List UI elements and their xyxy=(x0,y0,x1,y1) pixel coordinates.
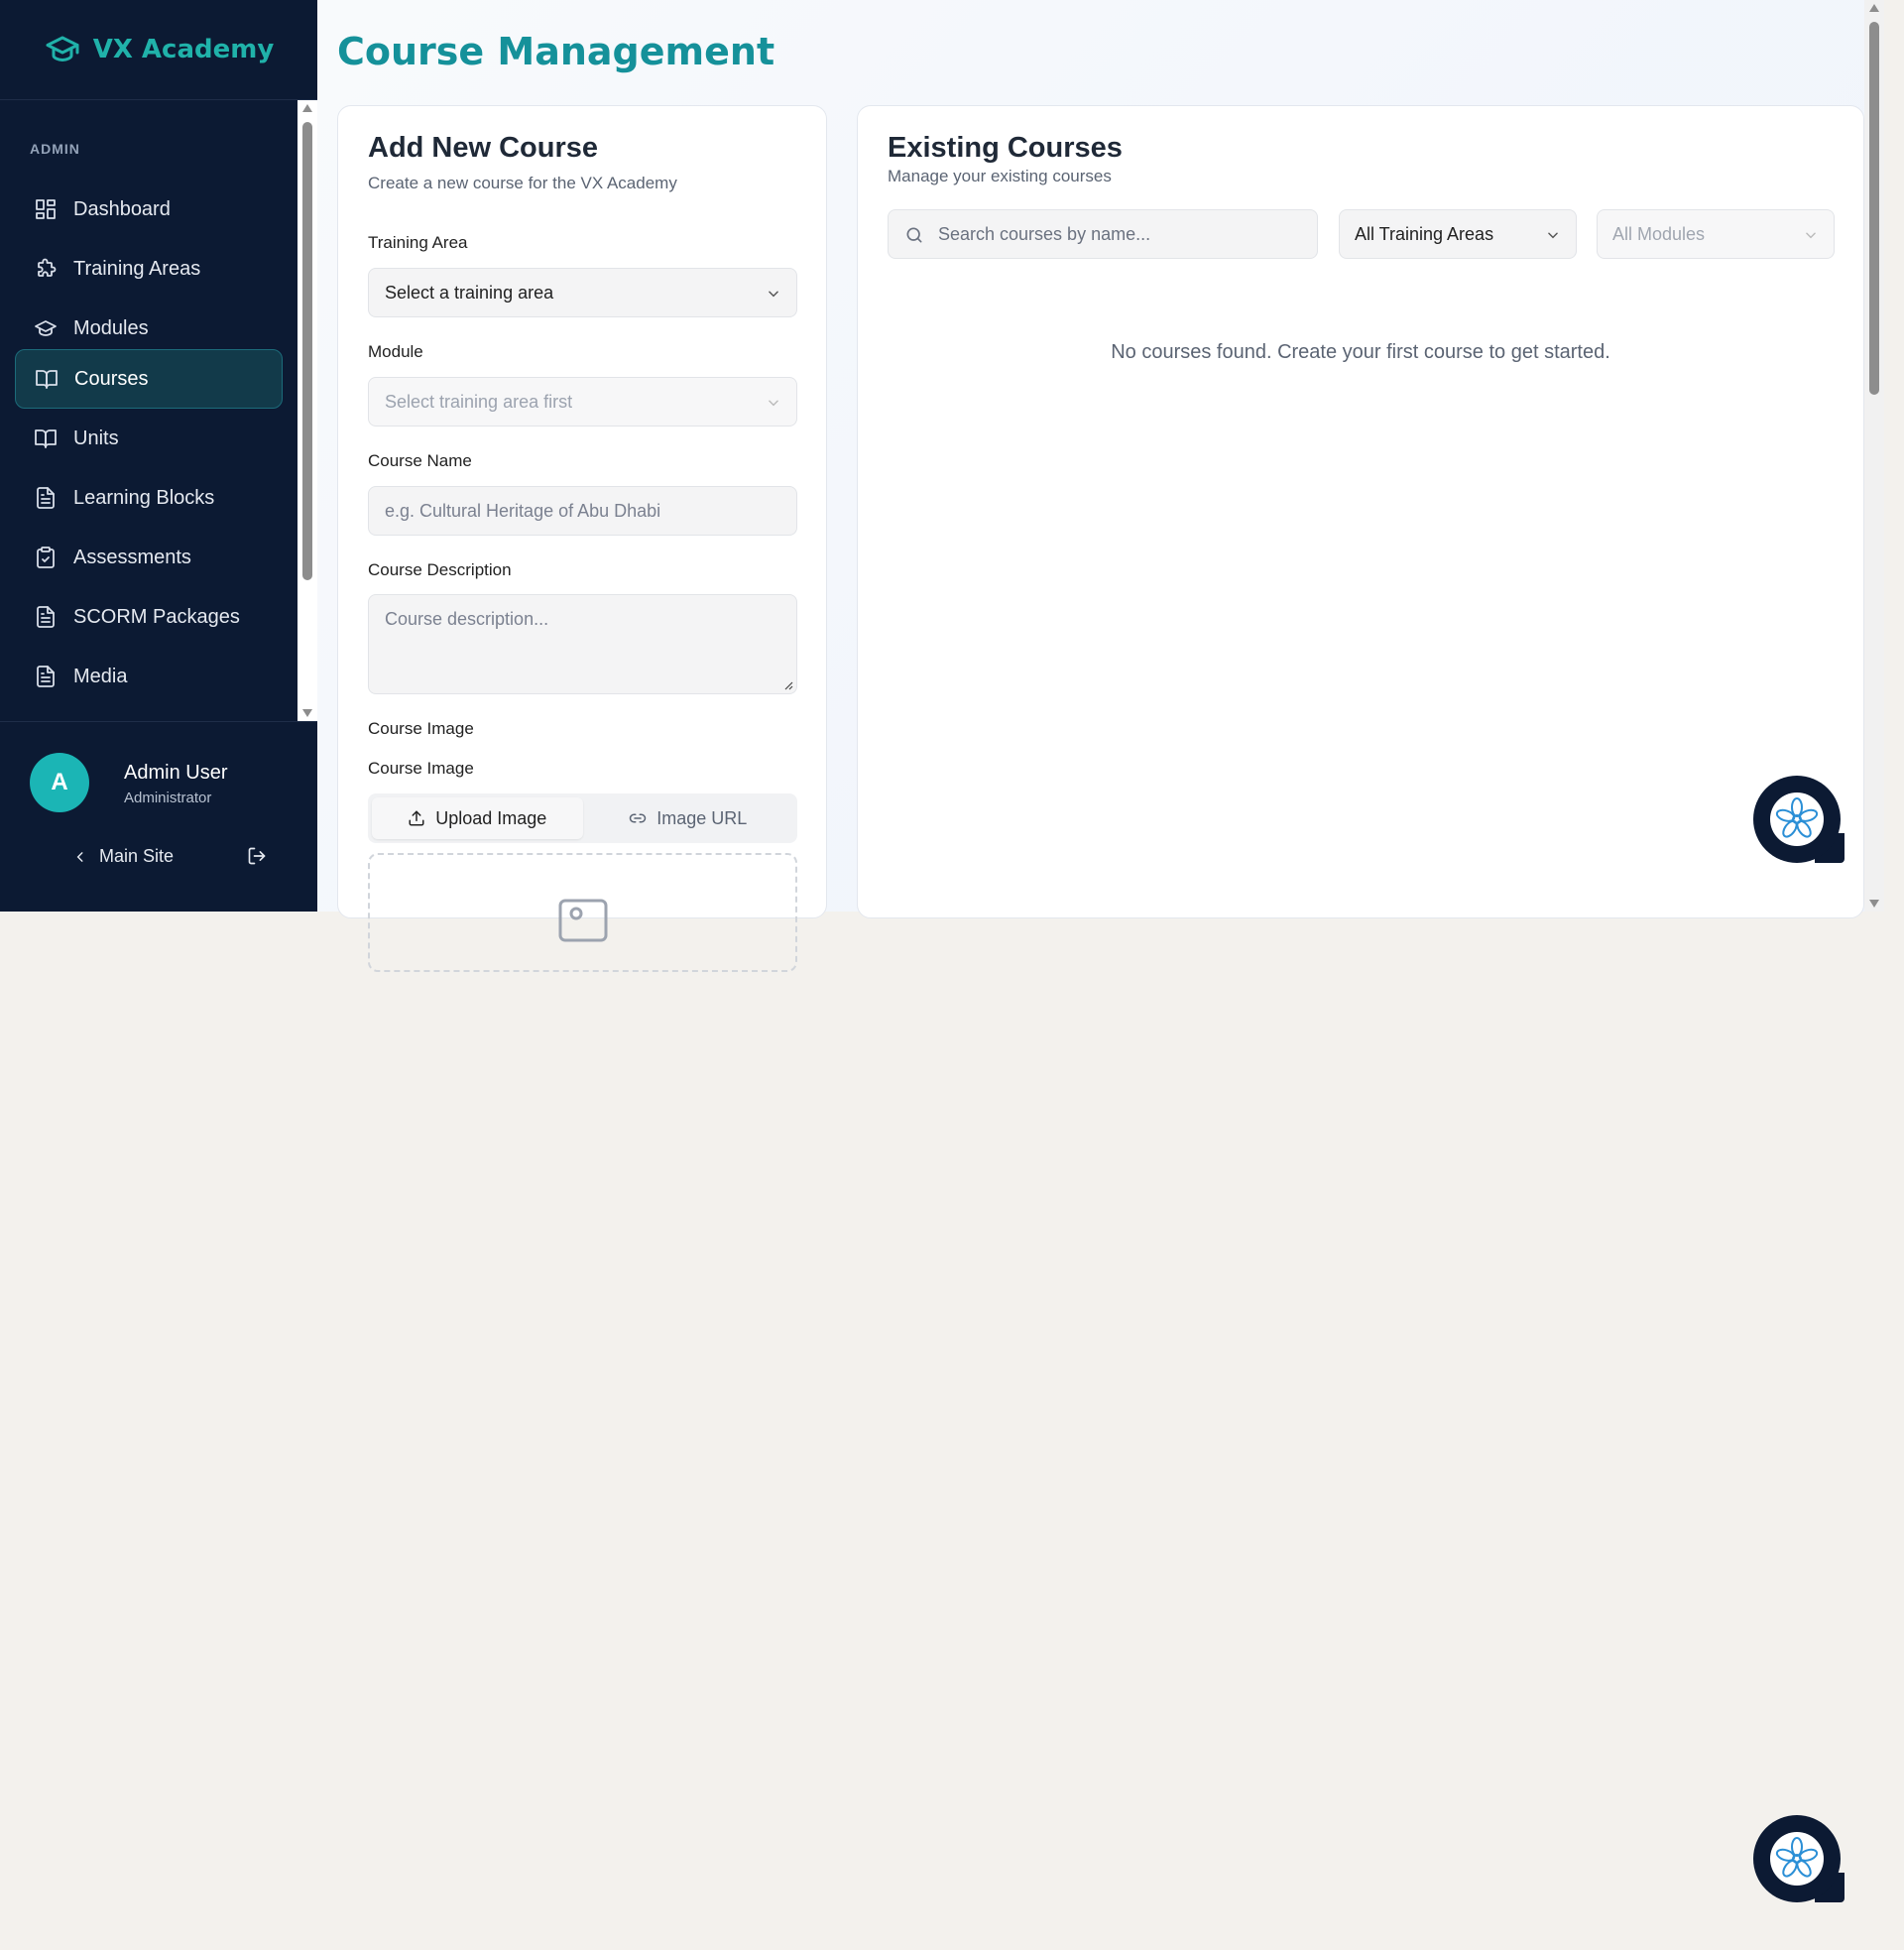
add-course-subtitle: Create a new course for the VX Academy xyxy=(368,174,677,192)
nav-section-label: ADMIN xyxy=(30,141,80,157)
sidebar-item-label: Dashboard xyxy=(73,197,171,220)
sidebar-item-label: Courses xyxy=(74,367,149,390)
sidebar-item-label: Media xyxy=(73,665,128,687)
chat-assistant-button[interactable] xyxy=(1753,1815,1844,1902)
chevron-down-icon xyxy=(769,400,778,407)
main-content: Course Management Add New Course Create … xyxy=(317,0,1884,972)
file-text-icon xyxy=(37,487,55,509)
sidebar-item-dashboard[interactable]: Dashboard xyxy=(15,181,283,238)
course-description-label: Course Description xyxy=(368,560,512,579)
scrollbar-thumb[interactable] xyxy=(1869,22,1879,395)
chevron-down-icon xyxy=(1806,232,1816,239)
page-title: Course Management xyxy=(337,30,775,73)
course-image-label-secondary: Course Image xyxy=(368,759,474,778)
sidebar-item-assessments[interactable]: Assessments xyxy=(15,529,283,586)
chevron-down-icon xyxy=(1548,232,1558,239)
search-input[interactable]: Search courses by name... xyxy=(888,209,1318,259)
chat-assistant-button[interactable] xyxy=(1753,776,1844,863)
empty-state-message: No courses found. Create your first cour… xyxy=(1111,341,1610,363)
add-course-card: Add New Course Create a new course for t… xyxy=(337,105,827,972)
main-site-label: Main Site xyxy=(99,846,175,866)
tab-upload-image[interactable]: Upload Image xyxy=(372,797,583,839)
sidebar-item-courses[interactable]: Courses xyxy=(15,349,283,409)
upload-icon xyxy=(409,810,424,826)
file-text-icon xyxy=(37,606,55,628)
sidebar-item-scorm-packages[interactable]: SCORM Packages xyxy=(15,588,283,646)
existing-courses-title: Existing Courses xyxy=(888,132,1123,164)
tab-image-url[interactable]: Image URL xyxy=(583,797,794,839)
sidebar-item-units[interactable]: Units xyxy=(15,410,283,467)
course-name-placeholder: e.g. Cultural Heritage of Abu Dhabi xyxy=(385,500,661,521)
flower-logo-icon xyxy=(1775,797,1819,838)
course-description-placeholder: Course description... xyxy=(385,609,549,629)
flower-logo-icon xyxy=(1775,1837,1819,1878)
module-select[interactable]: Select training area first xyxy=(368,377,797,427)
logout-button[interactable] xyxy=(247,846,267,871)
module-value: Select training area first xyxy=(385,391,573,412)
main-site-link[interactable]: Main Site xyxy=(73,846,174,867)
module-filter-value: All Modules xyxy=(1612,223,1706,244)
sidebar-item-media[interactable]: Media xyxy=(15,648,283,705)
add-course-title: Add New Course xyxy=(368,132,599,164)
chevron-left-icon xyxy=(76,851,83,862)
sidebar-item-label: Assessments xyxy=(73,546,191,568)
image-placeholder-icon xyxy=(558,899,608,942)
sidebar-item-label: Learning Blocks xyxy=(73,486,215,509)
grid-icon xyxy=(36,199,56,219)
avatar[interactable]: A xyxy=(30,753,89,812)
module-label: Module xyxy=(368,342,423,361)
user-panel: A Admin User Administrator Main Site xyxy=(0,721,317,912)
sidebar-nav: ADMIN Dashboard Training Areas Modules C… xyxy=(0,100,317,721)
user-name: Admin User xyxy=(124,762,228,784)
tab-label: Upload Image xyxy=(435,807,547,828)
image-source-tabs: Upload Image Image URL xyxy=(368,793,797,843)
scroll-up-arrow-icon[interactable] xyxy=(1869,4,1879,12)
training-area-filter-value: All Training Areas xyxy=(1355,223,1494,244)
sidebar-item-label: SCORM Packages xyxy=(73,605,240,628)
search-placeholder: Search courses by name... xyxy=(938,223,1151,244)
scroll-down-arrow-icon[interactable] xyxy=(302,709,312,717)
book-open-icon xyxy=(35,429,57,448)
chevron-down-icon xyxy=(769,291,778,298)
page-scrollbar[interactable] xyxy=(1864,0,1884,912)
scroll-up-arrow-icon[interactable] xyxy=(302,104,312,112)
training-area-select[interactable]: Select a training area xyxy=(368,268,797,317)
user-role: Administrator xyxy=(124,790,212,806)
sidebar-item-label: Modules xyxy=(73,316,149,339)
training-area-filter[interactable]: All Training Areas xyxy=(1339,209,1577,259)
course-image-label: Course Image xyxy=(368,719,474,738)
graduation-cap-icon xyxy=(46,36,79,61)
logout-icon xyxy=(248,847,266,865)
search-icon xyxy=(906,227,922,243)
existing-courses-card: Existing Courses Manage your existing co… xyxy=(857,105,1864,918)
module-filter[interactable]: All Modules xyxy=(1597,209,1835,259)
training-area-value: Select a training area xyxy=(385,282,554,303)
brand-name: VX Academy xyxy=(92,35,275,64)
course-name-input[interactable]: e.g. Cultural Heritage of Abu Dhabi xyxy=(368,486,797,536)
sidebar-item-training-areas[interactable]: Training Areas xyxy=(15,240,283,298)
scroll-down-arrow-icon[interactable] xyxy=(1869,900,1879,908)
sidebar-scrollbar[interactable] xyxy=(298,100,317,721)
image-dropzone[interactable] xyxy=(368,853,797,972)
file-text-icon xyxy=(37,666,55,687)
tab-label: Image URL xyxy=(656,807,748,828)
existing-courses-subtitle: Manage your existing courses xyxy=(888,167,1112,185)
link-icon xyxy=(629,813,647,823)
sidebar-item-label: Training Areas xyxy=(73,257,201,280)
puzzle-icon xyxy=(38,258,57,277)
scrollbar-thumb[interactable] xyxy=(302,122,312,580)
book-open-icon xyxy=(36,370,58,389)
training-area-label: Training Area xyxy=(368,233,468,252)
course-name-label: Course Name xyxy=(368,451,472,470)
sidebar-item-learning-blocks[interactable]: Learning Blocks xyxy=(15,469,283,527)
course-description-textarea[interactable]: Course description... xyxy=(368,594,797,694)
graduation-cap-icon xyxy=(35,320,57,336)
sidebar-item-label: Units xyxy=(73,427,119,449)
brand[interactable]: VX Academy xyxy=(0,0,317,100)
sidebar: VX Academy ADMIN Dashboard Training Area… xyxy=(0,0,317,912)
resize-handle-icon[interactable] xyxy=(783,680,793,690)
clipboard-check-icon xyxy=(37,547,55,568)
